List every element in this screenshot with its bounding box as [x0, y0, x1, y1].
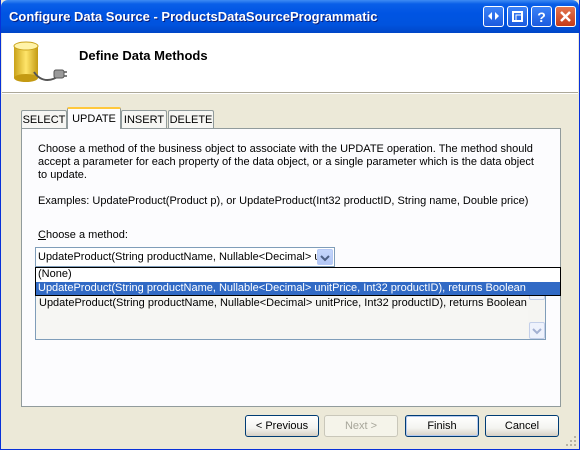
tab-delete[interactable]: DELETE [168, 110, 214, 128]
cancel-button[interactable]: Cancel [485, 415, 559, 437]
description-line-2: accept a parameter for each property of … [38, 156, 534, 168]
chevron-down-icon [320, 255, 330, 262]
svg-text:?: ? [537, 9, 546, 25]
choose-mnemonic: C [38, 229, 46, 241]
chevron-down-icon [532, 328, 542, 335]
question-mark-icon: ? [537, 9, 546, 25]
wizard-header: Define Data Methods [2, 33, 578, 92]
choose-method-label: Choose a method: [38, 229, 128, 242]
window-title: Configure Data Source - ProductsDataSour… [9, 9, 378, 24]
previous-button[interactable]: < Previous [245, 415, 319, 437]
examples-text: Examples: UpdateProduct(Product p), or U… [38, 195, 529, 207]
method-dropdown-list[interactable]: (None) UpdateProduct(String productName,… [35, 267, 561, 296]
close-button[interactable] [555, 6, 576, 27]
dialog-window: Configure Data Source - ProductsDataSour… [0, 0, 580, 450]
maximize-button[interactable] [507, 6, 528, 27]
tab-insert[interactable]: INSERT [121, 110, 167, 128]
description-line-1: Choose a method of the business object t… [38, 143, 533, 155]
back-forward-icon [488, 12, 499, 20]
choose-label-rest: hoose a method: [45, 229, 128, 241]
tab-update[interactable]: UPDATE [67, 107, 121, 129]
resize-grip-icon[interactable] [565, 435, 577, 447]
help-button[interactable]: ? [531, 6, 552, 27]
method-select-value: UpdateProduct(String productName, Nullab… [38, 251, 321, 263]
description-line-3: to update. [38, 169, 87, 181]
scroll-down-button[interactable] [529, 322, 545, 339]
next-button[interactable]: Next > [324, 415, 398, 437]
close-icon [560, 11, 571, 22]
method-signature-text: UpdateProduct(String productName, Nullab… [39, 297, 527, 309]
dropdown-option-none[interactable]: (None) [36, 268, 560, 281]
dropdown-option-update-product[interactable]: UpdateProduct(String productName, Nullab… [36, 282, 560, 295]
tab-select[interactable]: SELECT [21, 110, 67, 128]
finish-button[interactable]: Finish [405, 415, 479, 437]
title-bar[interactable]: Configure Data Source - ProductsDataSour… [1, 0, 579, 33]
context-help-nav-button[interactable] [483, 6, 504, 27]
page-title: Define Data Methods [79, 48, 208, 63]
maximize-icon [512, 11, 523, 22]
dropdown-button[interactable] [317, 249, 333, 265]
header-divider [2, 92, 578, 94]
database-plug-icon [13, 41, 67, 82]
method-select[interactable]: UpdateProduct(String productName, Nullab… [35, 247, 335, 267]
